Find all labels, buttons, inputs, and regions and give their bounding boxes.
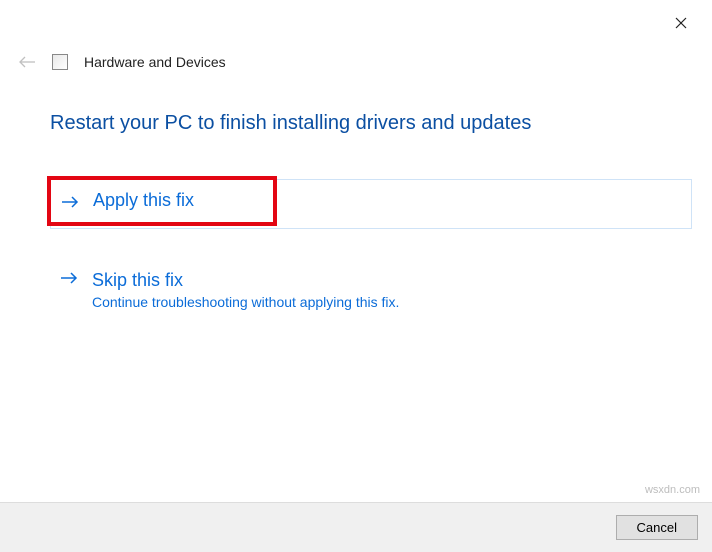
option-skip-fix[interactable]: Skip this fix Continue troubleshooting w… bbox=[50, 257, 692, 322]
watermark-text: wsxdn.com bbox=[645, 484, 700, 496]
troubleshooter-title: Hardware and Devices bbox=[84, 54, 226, 70]
content-area: Restart your PC to finish installing dri… bbox=[50, 112, 692, 336]
option-apply-fix-title: Apply this fix bbox=[93, 189, 194, 212]
option-apply-fix[interactable]: Apply this fix bbox=[50, 179, 692, 229]
option-skip-fix-subtitle: Continue troubleshooting without applyin… bbox=[92, 294, 399, 310]
header: Hardware and Devices bbox=[18, 54, 226, 70]
close-button[interactable] bbox=[672, 14, 690, 32]
back-arrow-icon bbox=[18, 55, 36, 69]
close-icon bbox=[675, 17, 687, 29]
option-skip-fix-title: Skip this fix bbox=[92, 269, 399, 292]
arrow-right-icon bbox=[60, 271, 78, 285]
footer: Cancel bbox=[0, 502, 712, 552]
cancel-button[interactable]: Cancel bbox=[616, 515, 698, 540]
troubleshooter-icon bbox=[52, 54, 68, 70]
main-heading: Restart your PC to finish installing dri… bbox=[50, 112, 692, 135]
arrow-right-icon bbox=[61, 195, 79, 209]
